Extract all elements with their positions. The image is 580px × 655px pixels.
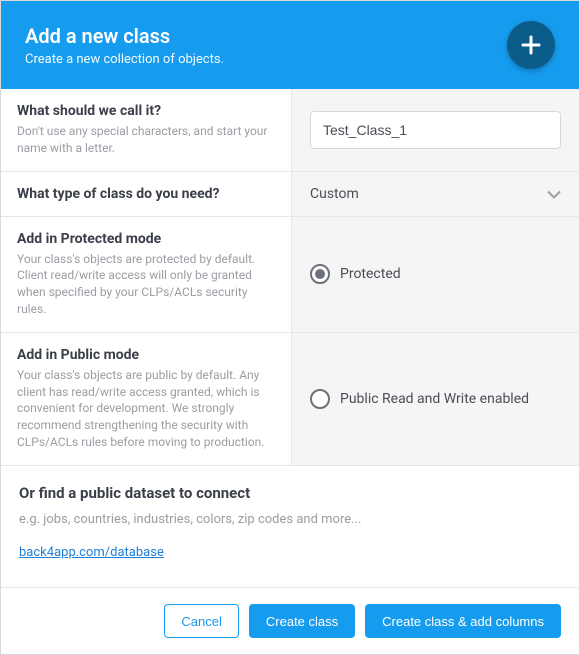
row-protected: Add in Protected mode Your class's objec… [1,217,579,333]
type-select-wrap: Custom [291,172,579,216]
public-help: Your class's objects are public by defau… [17,367,275,451]
dataset-example: e.g. jobs, countries, industries, colors… [19,512,561,527]
cancel-button[interactable]: Cancel [164,604,238,638]
public-question-block: Add in Public mode Your class's objects … [1,333,291,465]
name-question-block: What should we call it? Don't use any sp… [1,89,291,171]
protected-question-block: Add in Protected mode Your class's objec… [1,217,291,332]
protected-radio-option[interactable]: Protected [310,264,401,284]
modal-subtitle: Create a new collection of objects. [25,52,224,67]
row-public: Add in Public mode Your class's objects … [1,333,579,466]
name-input-wrap [291,89,579,171]
public-label: Public Read and Write enabled [340,391,529,407]
radio-icon [310,389,330,409]
name-question: What should we call it? [17,103,275,119]
row-name: What should we call it? Don't use any sp… [1,89,579,172]
protected-label: Protected [340,266,401,282]
type-question: What type of class do you need? [17,186,220,202]
public-option-wrap: Public Read and Write enabled [291,333,579,465]
chevron-down-icon [547,184,561,203]
plus-icon [520,34,542,56]
modal-body: What should we call it? Don't use any sp… [1,89,579,587]
add-class-modal: Add a new class Create a new collection … [0,0,580,655]
class-type-selected: Custom [310,186,359,202]
protected-title: Add in Protected mode [17,231,275,247]
class-name-input[interactable] [310,111,561,149]
header-text: Add a new class Create a new collection … [25,24,224,67]
protected-help: Your class's objects are protected by de… [17,251,275,318]
protected-option-wrap: Protected [291,217,579,332]
create-class-button[interactable]: Create class [249,604,355,638]
create-class-add-columns-button[interactable]: Create class & add columns [365,604,561,638]
dataset-link[interactable]: back4app.com/database [19,545,164,560]
dataset-title: Or find a public dataset to connect [19,484,561,502]
add-button[interactable] [507,21,555,69]
modal-footer: Cancel Create class Create class & add c… [1,587,579,654]
modal-title: Add a new class [25,24,224,48]
class-type-select[interactable]: Custom [310,186,561,202]
modal-header: Add a new class Create a new collection … [1,1,579,89]
radio-icon [310,264,330,284]
public-radio-option[interactable]: Public Read and Write enabled [310,389,529,409]
public-dataset-section: Or find a public dataset to connect e.g.… [1,466,579,570]
public-title: Add in Public mode [17,347,275,363]
row-type: What type of class do you need? Custom [1,172,579,217]
type-question-block: What type of class do you need? [1,172,291,216]
name-help: Don't use any special characters, and st… [17,123,275,157]
